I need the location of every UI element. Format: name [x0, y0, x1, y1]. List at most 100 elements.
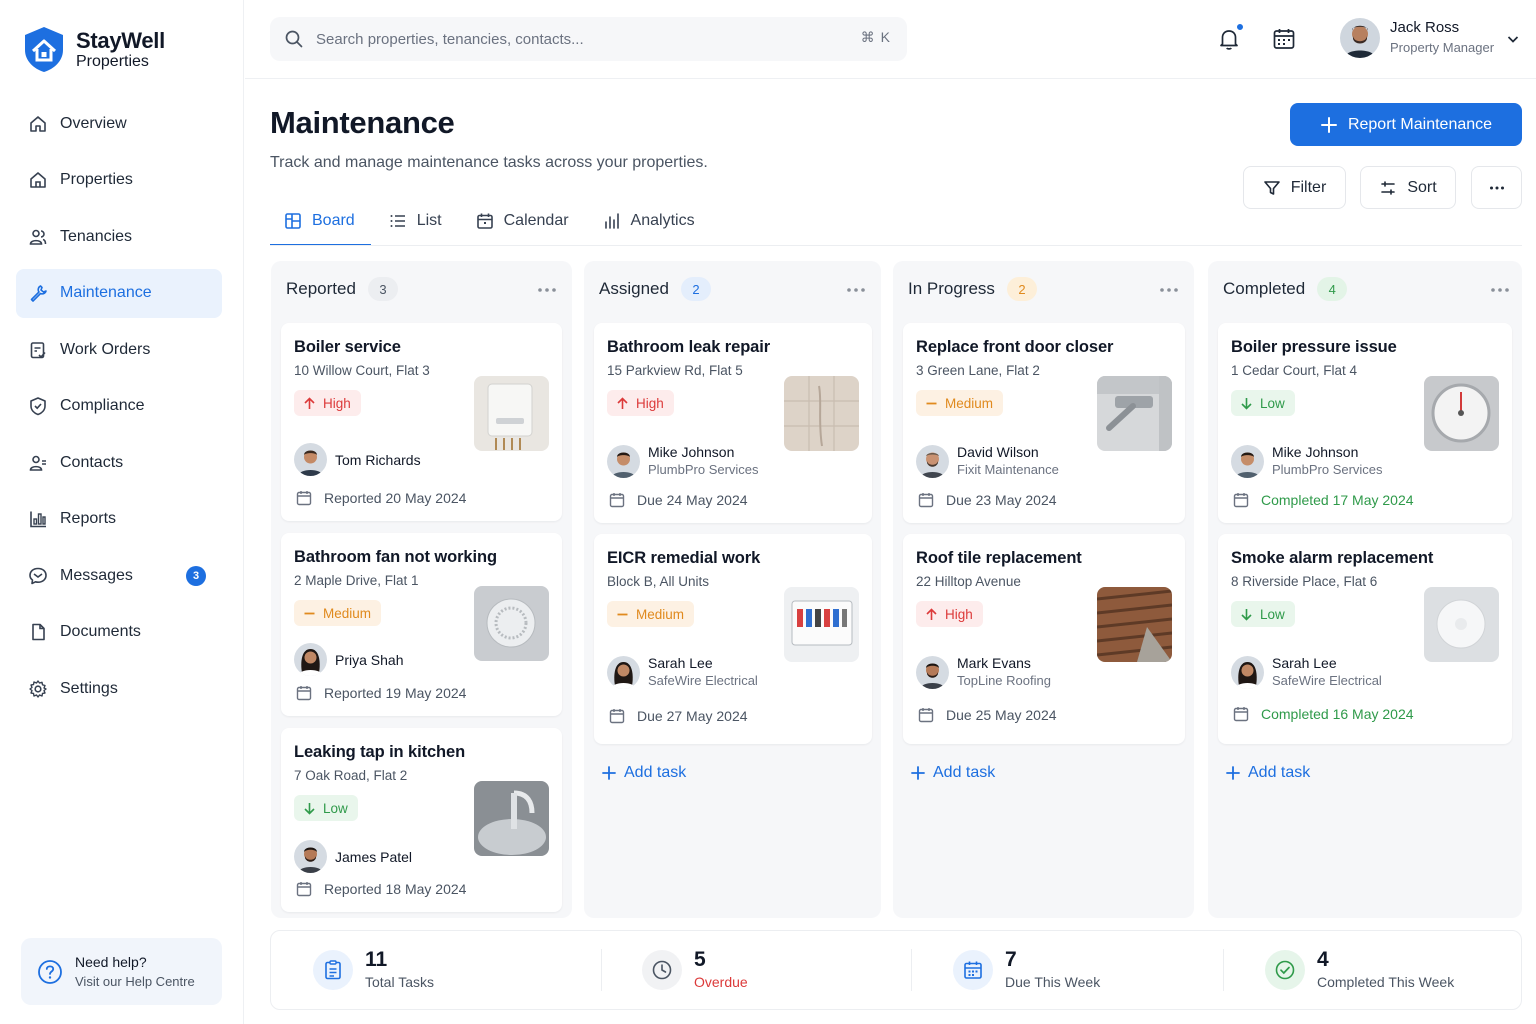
user-role: Property Manager [1390, 40, 1495, 55]
stat-value: 7 [1005, 948, 1017, 971]
task-address: Block B, All Units [607, 574, 710, 589]
task-card[interactable]: Replace front door closer 3 Green Lane, … [903, 323, 1185, 523]
filter-button[interactable]: Filter [1243, 166, 1346, 209]
stat-value: 4 [1317, 948, 1329, 971]
tab-list[interactable]: List [375, 198, 458, 244]
task-card[interactable]: Boiler service 10 Willow Court, Flat 3 H… [281, 323, 562, 521]
add-task-button[interactable]: Add task [911, 764, 995, 782]
task-address: 2 Maple Drive, Flat 1 [294, 573, 419, 588]
priority-label: High [636, 395, 664, 411]
task-date: Reported 19 May 2024 [296, 685, 466, 701]
task-address: 22 Hilltop Avenue [916, 574, 1021, 589]
help-centre-card[interactable]: Need help? Visit our Help Centre [21, 938, 222, 1005]
priority-badge: Medium [607, 601, 695, 627]
calendar-icon[interactable] [1271, 26, 1297, 52]
task-date: Due 25 May 2024 [918, 707, 1057, 723]
sidebar-item-contacts[interactable]: Contacts [16, 438, 222, 487]
priority-badge: Low [1231, 601, 1295, 627]
column-header: In Progress 2 [908, 277, 1037, 301]
messages-count-badge: 3 [186, 566, 206, 586]
sidebar-item-label: Properties [60, 171, 133, 188]
assignee: Mike Johnson PlumbPro Services [607, 443, 759, 479]
sidebar-item-work-orders[interactable]: Work Orders [16, 325, 222, 374]
task-title: Boiler service [294, 338, 401, 356]
tab-calendar[interactable]: Calendar [462, 198, 585, 244]
sidebar-item-settings[interactable]: Settings [16, 664, 222, 713]
priority-label: Medium [323, 605, 372, 621]
gear-icon [29, 679, 47, 698]
priority-label: Medium [636, 606, 685, 622]
add-task-button[interactable]: Add task [602, 764, 686, 782]
search-shortcut-hint: ⌘ K [860, 29, 891, 45]
add-task-button[interactable]: Add task [1226, 764, 1310, 782]
task-title: Boiler pressure issue [1231, 338, 1397, 356]
minus-icon [926, 402, 937, 404]
sort-sliders-icon [1381, 180, 1396, 195]
global-search[interactable]: ⌘ K [270, 17, 907, 61]
task-card[interactable]: EICR remedial work Block B, All Units Me… [594, 534, 872, 744]
assignee-avatar [294, 840, 327, 873]
task-photo [784, 376, 859, 451]
sidebar-item-label: Documents [60, 623, 141, 640]
task-date: Reported 20 May 2024 [296, 490, 466, 506]
sidebar-item-reports[interactable]: Reports [16, 495, 222, 544]
priority-badge: Low [1231, 390, 1295, 416]
task-date: Due 27 May 2024 [609, 708, 748, 724]
column-header: Assigned 2 [599, 277, 711, 301]
column-assigned: Assigned 2 Bathroom leak repair 15 Parkv… [584, 261, 881, 918]
task-card[interactable]: Boiler pressure issue 1 Cedar Court, Fla… [1218, 323, 1512, 523]
more-options-button[interactable] [1471, 166, 1522, 209]
column-more-icon[interactable] [846, 287, 866, 293]
tab-analytics[interactable]: Analytics [589, 198, 711, 244]
task-photo [474, 376, 549, 451]
brand-logo[interactable]: StayWell Properties [22, 26, 165, 73]
stat-label: Completed This Week [1317, 974, 1455, 990]
calendar-icon [296, 882, 312, 897]
task-date: Due 24 May 2024 [609, 492, 748, 508]
task-date: Completed 16 May 2024 [1233, 706, 1414, 722]
assignee-avatar [294, 643, 327, 676]
column-title: Reported [286, 279, 356, 298]
priority-badge: High [294, 390, 361, 416]
search-input[interactable] [316, 30, 816, 48]
task-date-label: Reported 20 May 2024 [324, 490, 467, 506]
sidebar-item-overview[interactable]: Overview [16, 99, 222, 148]
task-card[interactable]: Smoke alarm replacement 8 Riverside Plac… [1218, 534, 1512, 744]
clipboard-check-icon [30, 341, 46, 358]
sidebar-item-properties[interactable]: Properties [16, 156, 222, 205]
sidebar-item-documents[interactable]: Documents [16, 608, 222, 657]
task-photo [784, 587, 859, 662]
column-more-icon[interactable] [1159, 287, 1179, 293]
sidebar-item-label: Maintenance [60, 284, 152, 301]
stat-due-this-week: 7 Due This Week [953, 931, 1100, 1009]
column-more-icon[interactable] [1490, 287, 1510, 293]
column-more-icon[interactable] [537, 287, 557, 293]
task-address: 1 Cedar Court, Flat 4 [1231, 363, 1358, 378]
task-date-label: Due 24 May 2024 [637, 492, 748, 508]
sidebar-item-compliance[interactable]: Compliance [16, 382, 222, 431]
message-icon [29, 567, 47, 584]
help-link[interactable]: Visit our Help Centre [75, 972, 195, 991]
task-date-label: Due 27 May 2024 [637, 708, 748, 724]
sidebar-item-messages[interactable]: Messages 3 [16, 551, 222, 600]
task-card[interactable]: Leaking tap in kitchen 7 Oak Road, Flat … [281, 728, 562, 912]
chevron-down-icon[interactable] [1506, 32, 1520, 46]
task-card[interactable]: Roof tile replacement 22 Hilltop Avenue … [903, 534, 1185, 744]
task-card[interactable]: Bathroom leak repair 15 Parkview Rd, Fla… [594, 323, 872, 523]
user-menu[interactable]: Jack Ross Property Manager [1340, 18, 1494, 58]
sidebar-item-tenancies[interactable]: Tenancies [16, 212, 222, 261]
tabs-divider [270, 245, 1522, 246]
task-title: Replace front door closer [916, 338, 1114, 356]
assignee-company: SafeWire Electrical [1272, 673, 1382, 688]
filter-icon [1263, 180, 1280, 195]
assignee-name: Priya Shah [335, 651, 404, 668]
sidebar-item-label: Contacts [60, 453, 124, 471]
sort-button[interactable]: Sort [1360, 166, 1456, 209]
task-card[interactable]: Bathroom fan not working 2 Maple Drive, … [281, 533, 562, 716]
report-maintenance-button[interactable]: Report Maintenance [1290, 103, 1522, 146]
task-title: Leaking tap in kitchen [294, 743, 466, 761]
priority-badge: High [916, 601, 983, 627]
sidebar-item-maintenance[interactable]: Maintenance [16, 268, 222, 318]
assignee: Mark Evans TopLine Roofing [916, 654, 1051, 690]
tab-board[interactable]: Board [270, 198, 371, 246]
